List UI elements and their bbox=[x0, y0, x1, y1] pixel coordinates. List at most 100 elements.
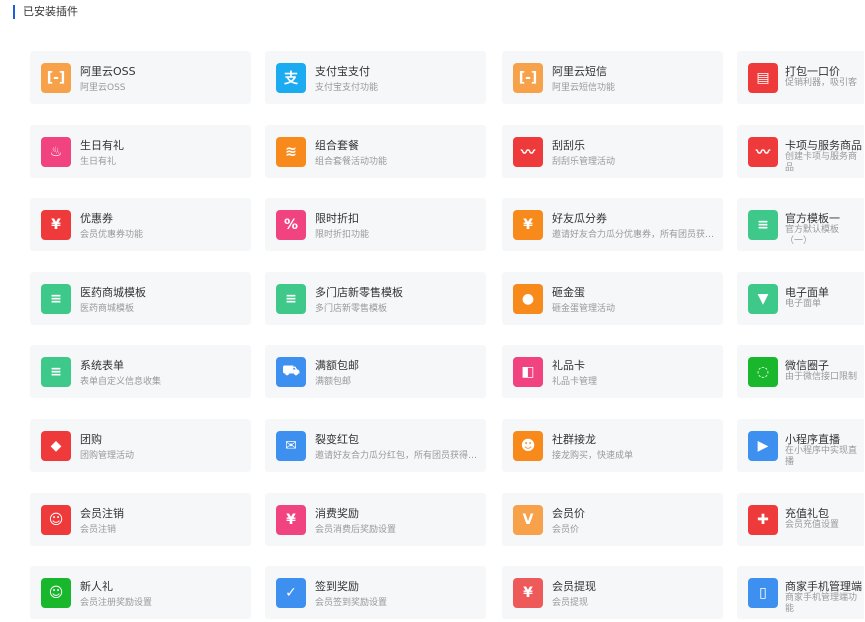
plugin-description: 生日有礼 bbox=[80, 157, 117, 167]
plugin-description: 礼品卡管理 bbox=[552, 377, 598, 387]
plugin-card[interactable]: ◆ 团购 团购管理活动 bbox=[30, 419, 251, 472]
plugin-title: 刮刮乐 bbox=[552, 139, 585, 152]
plugin-description: 邀请好友合力瓜分优惠券，所有团员获得奖励 bbox=[552, 230, 717, 240]
plugin-card[interactable]: 〰 卡项与服务商品 创建卡项与服务商品 bbox=[737, 125, 864, 178]
plugin-title: 裂变红包 bbox=[315, 433, 359, 446]
plugin-description: 促销利器，吸引客 bbox=[785, 78, 858, 88]
section-title: 已安装插件 bbox=[13, 5, 78, 19]
plugin-description: 限时折扣功能 bbox=[315, 230, 370, 240]
document-icon: ≡ bbox=[41, 357, 71, 387]
gift-card-icon: ◧ bbox=[513, 357, 543, 387]
plugin-card[interactable]: ¥ 优惠券 会员优惠券功能 bbox=[30, 198, 251, 251]
plugin-title: 小程序直播 bbox=[785, 433, 840, 446]
plugin-title: 商家手机管理端 bbox=[785, 580, 862, 593]
plugin-title: 生日有礼 bbox=[80, 139, 124, 152]
birthday-cake-icon: ♨ bbox=[41, 137, 71, 167]
bookmark-icon: ▼ bbox=[748, 284, 778, 314]
plugin-description: 邀请好友合力瓜分红包，所有团员获得奖励 bbox=[315, 451, 480, 461]
plugin-description: 电子面单 bbox=[785, 299, 822, 309]
plugin-card[interactable]: ≡ 多门店新零售模板 多门店新零售模板 bbox=[265, 272, 486, 325]
document-icon: ≡ bbox=[276, 284, 306, 314]
plugin-card[interactable]: ♨ 生日有礼 生日有礼 bbox=[30, 125, 251, 178]
plugin-card[interactable]: V 会员价 会员价 bbox=[502, 493, 723, 546]
gift-icon: ✚ bbox=[748, 505, 778, 535]
plugin-card[interactable]: ✚ 充值礼包 会员充值设置 bbox=[737, 493, 864, 546]
plugin-card[interactable]: ✓ 签到奖励 会员签到奖励设置 bbox=[265, 566, 486, 619]
document-icon: ≡ bbox=[41, 284, 71, 314]
mobile-phone-icon: ▯ bbox=[748, 578, 778, 608]
plugin-description: 会员优惠券功能 bbox=[80, 230, 144, 240]
plugin-card[interactable]: ≡ 官方模板一 官方默认模板（一） bbox=[737, 198, 864, 251]
plugin-card[interactable]: [-] 阿里云OSS 阿里云OSS bbox=[30, 51, 251, 104]
scratch-card-icon: 〰 bbox=[748, 137, 778, 167]
wechat-circle-icon: ◌ bbox=[748, 357, 778, 387]
plugin-title: 系统表单 bbox=[80, 359, 124, 372]
plugin-card[interactable]: ≋ 组合套餐 组合套餐活动功能 bbox=[265, 125, 486, 178]
plugin-card[interactable]: 〰 刮刮乐 刮刮乐管理活动 bbox=[502, 125, 723, 178]
plugin-description: 多门店新零售模板 bbox=[315, 304, 388, 314]
plugin-title: 礼品卡 bbox=[552, 359, 585, 372]
tv-play-icon: ▶ bbox=[748, 431, 778, 461]
plugin-card[interactable]: ☺ 新人礼 会员注册奖励设置 bbox=[30, 566, 251, 619]
plugin-title: 好友瓜分券 bbox=[552, 212, 607, 225]
plugin-card[interactable]: ✉ 裂变红包 邀请好友合力瓜分红包，所有团员获得奖励 bbox=[265, 419, 486, 472]
plugin-card[interactable]: ¥ 好友瓜分券 邀请好友合力瓜分优惠券，所有团员获得奖励 bbox=[502, 198, 723, 251]
tag-icon: ◆ bbox=[41, 431, 71, 461]
plugin-title: 新人礼 bbox=[80, 580, 113, 593]
plugin-title: 限时折扣 bbox=[315, 212, 359, 225]
plugin-title: 电子面单 bbox=[785, 286, 829, 299]
plugin-description: 会员签到奖励设置 bbox=[315, 598, 388, 608]
plugin-card[interactable]: ▼ 电子面单 电子面单 bbox=[737, 272, 864, 325]
aliyun-icon: [-] bbox=[513, 63, 543, 93]
plugin-description: 阿里云短信功能 bbox=[552, 83, 616, 93]
red-envelope-icon: ¥ bbox=[513, 210, 543, 240]
plugin-card[interactable]: ⛟ 满额包邮 满额包邮 bbox=[265, 345, 486, 398]
plugin-card[interactable]: [-] 阿里云短信 阿里云短信功能 bbox=[502, 51, 723, 104]
truck-icon: ⛟ bbox=[276, 357, 306, 387]
plugin-title: 卡项与服务商品 bbox=[785, 139, 862, 152]
plugin-description: 会员注销 bbox=[80, 525, 117, 535]
plugin-description: 由于微信接口限制 bbox=[785, 372, 858, 382]
plugin-description: 会员注册奖励设置 bbox=[80, 598, 153, 608]
plugin-card[interactable]: ◧ 礼品卡 礼品卡管理 bbox=[502, 345, 723, 398]
plugin-card[interactable]: ▤ 打包一口价 促销利器，吸引客 bbox=[737, 51, 864, 104]
plugin-title: 团购 bbox=[80, 433, 102, 446]
plugin-card[interactable]: ¥ 会员提现 会员提现 bbox=[502, 566, 723, 619]
plugin-card[interactable]: ◌ 微信圈子 由于微信接口限制 bbox=[737, 345, 864, 398]
plugin-card[interactable]: ▯ 商家手机管理端 商家手机管理端功能 bbox=[737, 566, 864, 619]
plugin-title: 社群接龙 bbox=[552, 433, 596, 446]
user-add-icon: ☺ bbox=[41, 578, 71, 608]
discount-icon: % bbox=[276, 210, 306, 240]
plugin-description: 官方默认模板（一） bbox=[785, 225, 840, 246]
plugin-title: 会员价 bbox=[552, 507, 585, 520]
plugin-title: 满额包邮 bbox=[315, 359, 359, 372]
plugin-card[interactable]: ≡ 医药商城模板 医药商城模板 bbox=[30, 272, 251, 325]
plugin-card[interactable]: ¥ 消费奖励 会员消费后奖励设置 bbox=[265, 493, 486, 546]
plugin-card[interactable]: ≡ 系统表单 表单自定义信息收集 bbox=[30, 345, 251, 398]
plugin-description: 在小程序中实现直播 bbox=[785, 446, 858, 467]
plugin-description: 医药商城模板 bbox=[80, 304, 135, 314]
plugin-description: 阿里云OSS bbox=[80, 83, 126, 93]
plugin-description: 组合套餐活动功能 bbox=[315, 157, 388, 167]
plugin-description: 砸金蛋管理活动 bbox=[552, 304, 616, 314]
alipay-icon: 支 bbox=[276, 63, 306, 93]
coupon-icon: ¥ bbox=[41, 210, 71, 240]
plugin-description: 刮刮乐管理活动 bbox=[552, 157, 616, 167]
calendar-check-icon: ✓ bbox=[276, 578, 306, 608]
plugin-card[interactable]: ▶ 小程序直播 在小程序中实现直播 bbox=[737, 419, 864, 472]
plugin-description: 会员提现 bbox=[552, 598, 589, 608]
plugin-card[interactable]: ☻ 社群接龙 接龙购买，快速成单 bbox=[502, 419, 723, 472]
plugin-title: 阿里云短信 bbox=[552, 65, 607, 78]
plugin-description: 会员消费后奖励设置 bbox=[315, 525, 397, 535]
plugin-title: 砸金蛋 bbox=[552, 286, 585, 299]
plugin-title: 签到奖励 bbox=[315, 580, 359, 593]
plugin-description: 团购管理活动 bbox=[80, 451, 135, 461]
plugin-card[interactable]: 支 支付宝支付 支付宝支付功能 bbox=[265, 51, 486, 104]
plugin-card[interactable]: % 限时折扣 限时折扣功能 bbox=[265, 198, 486, 251]
document-icon: ≡ bbox=[748, 210, 778, 240]
plugin-grid: [-] 阿里云OSS 阿里云OSS 支 支付宝支付 支付宝支付功能 [-] 阿里… bbox=[30, 51, 864, 621]
plugin-title: 组合套餐 bbox=[315, 139, 359, 152]
plugin-card[interactable]: ● 砸金蛋 砸金蛋管理活动 bbox=[502, 272, 723, 325]
aliyun-icon: [-] bbox=[41, 63, 71, 93]
plugin-card[interactable]: ☺ 会员注销 会员注销 bbox=[30, 493, 251, 546]
